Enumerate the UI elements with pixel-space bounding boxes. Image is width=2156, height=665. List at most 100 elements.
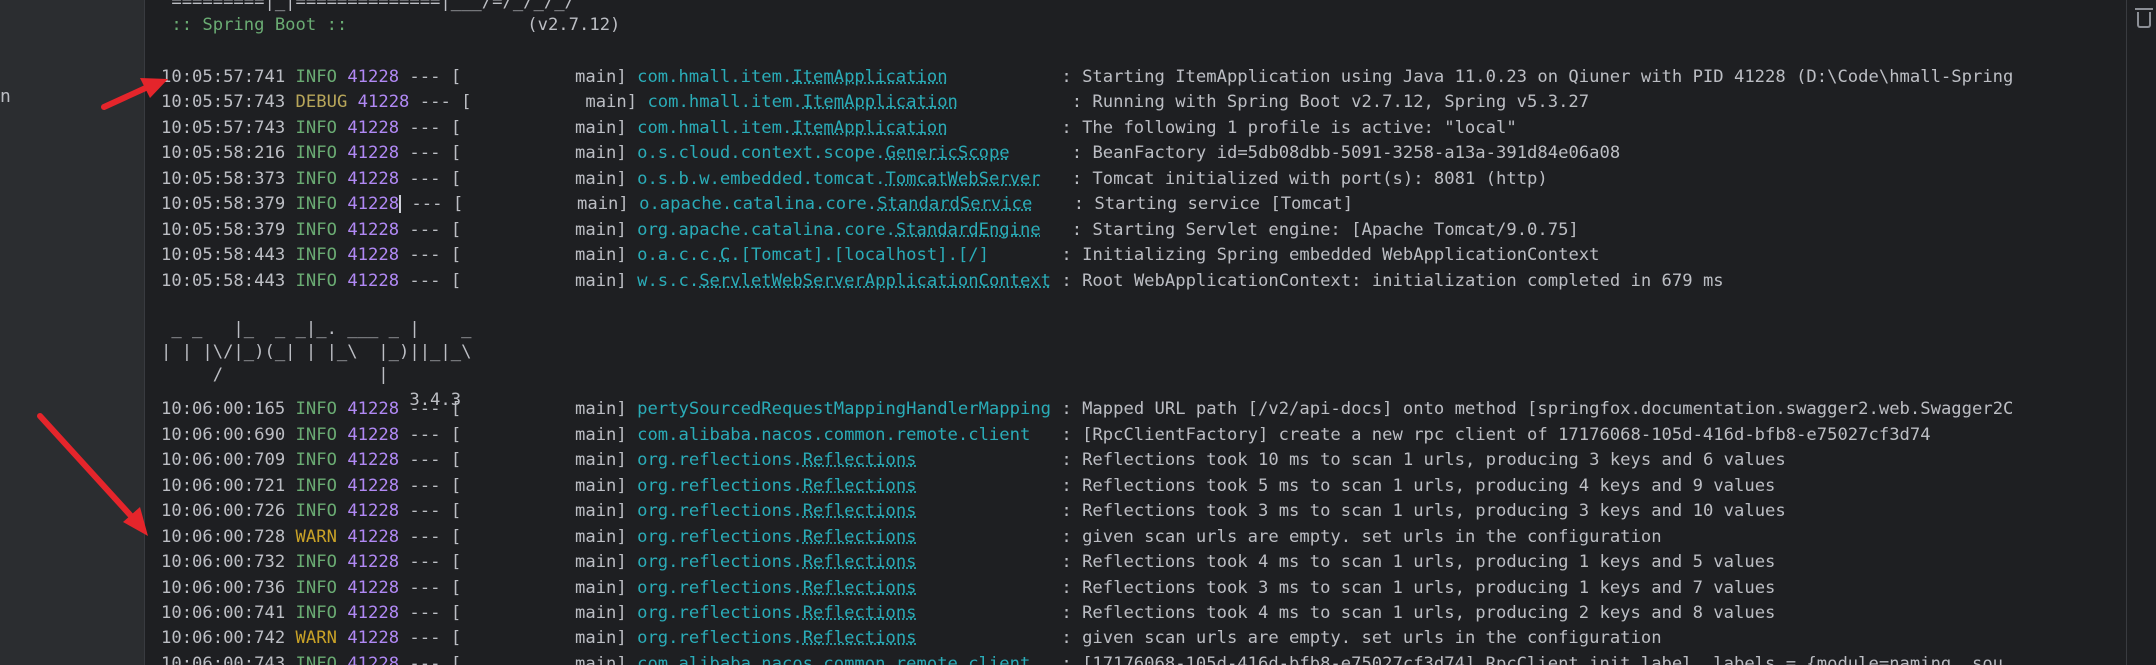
log-line: 10:05:58:216 INFO 41228 --- [ main] o.s.…	[161, 141, 1620, 167]
log-space	[337, 220, 347, 240]
log-pid: 41228	[347, 628, 400, 648]
log-space	[399, 425, 409, 445]
spring-boot-version-line: :: Spring Boot :: (v2.7.12)	[161, 13, 620, 39]
run-console-output[interactable]: =========|_|==============|___/=/_/_/_/ …	[144, 0, 2127, 665]
log-padding	[917, 476, 1062, 496]
log-separator: --- [	[409, 476, 462, 496]
log-timestamp: 10:05:58:443	[161, 271, 286, 291]
log-logger-class: Reflections	[802, 476, 917, 496]
log-padding	[917, 578, 1062, 598]
log-space	[627, 603, 637, 623]
log-thread: main]	[461, 67, 627, 87]
log-pid: 41228	[347, 143, 400, 163]
log-thread: main]	[461, 654, 627, 665]
log-space	[627, 67, 637, 87]
log-separator: --- [	[409, 578, 462, 598]
log-space	[285, 476, 295, 496]
log-pid: 41228	[347, 603, 400, 623]
log-timestamp: 10:05:57:743	[161, 118, 286, 138]
log-space	[399, 527, 409, 547]
log-space	[337, 67, 347, 87]
log-space	[337, 118, 347, 138]
log-space	[399, 271, 409, 291]
log-space	[337, 425, 347, 445]
log-logger-class: Reflections	[802, 527, 917, 547]
log-space	[337, 603, 347, 623]
log-message: : Reflections took 3 ms to scan 1 urls, …	[1061, 578, 1776, 598]
log-logger-class: Reflections	[802, 552, 917, 572]
log-line: 10:06:00:728 WARN 41228 --- [ main] org.…	[161, 525, 1662, 551]
log-pid: 41228	[347, 67, 400, 87]
log-space	[285, 552, 295, 572]
log-message: : Running with Spring Boot v2.7.12, Spri…	[1071, 92, 1590, 112]
log-separator: --- [	[409, 654, 462, 665]
mybatis-plus-banner-2: | | |\/|_)(_| | |_\ |_)||_|_\	[161, 342, 472, 362]
log-line: 10:06:00:721 INFO 41228 --- [ main] org.…	[161, 474, 1775, 500]
log-logger-class: TomcatWebServer	[885, 169, 1041, 189]
log-logger-package: pertySourcedRequestMappingHandlerMapping	[637, 399, 1052, 419]
log-separator: --- [	[409, 169, 462, 189]
log-separator: --- [	[409, 552, 462, 572]
log-level: INFO	[295, 603, 337, 623]
log-padding	[917, 501, 1062, 521]
log-message: : Reflections took 5 ms to scan 1 urls, …	[1061, 476, 1776, 496]
log-logger-class: StandardEngine	[895, 220, 1041, 240]
log-space	[399, 399, 409, 419]
log-space	[285, 578, 295, 598]
log-logger-class: GenericScope	[885, 143, 1010, 163]
log-space	[285, 527, 295, 547]
log-space	[627, 271, 637, 291]
log-message: : [17176068-105d-416d-bfb8-e75027cf3d74]…	[1061, 654, 2004, 665]
log-space	[285, 194, 295, 214]
log-pid: 41228	[347, 425, 400, 445]
log-thread: main]	[461, 271, 627, 291]
log-space	[285, 654, 295, 665]
log-level: INFO	[295, 245, 337, 265]
trash-icon[interactable]	[2135, 8, 2153, 28]
log-space	[399, 628, 409, 648]
spring-boot-label: :: Spring Boot ::	[161, 15, 348, 35]
log-line: 10:06:00:690 INFO 41228 --- [ main] com.…	[161, 423, 1931, 449]
log-timestamp: 10:06:00:743	[161, 654, 286, 665]
log-timestamp: 10:05:58:373	[161, 169, 286, 189]
log-padding	[1041, 169, 1072, 189]
log-space	[637, 92, 647, 112]
log-separator: --- [	[409, 220, 462, 240]
log-logger-package: o.apache.catalina.core.	[639, 194, 878, 214]
log-space	[627, 476, 637, 496]
log-space	[627, 169, 637, 189]
log-space	[629, 194, 639, 214]
log-line: 10:05:57:741 INFO 41228 --- [ main] com.…	[161, 65, 2013, 91]
log-space	[399, 450, 409, 470]
log-line: 10:05:58:379 INFO 41228 --- [ main] org.…	[161, 218, 1579, 244]
log-line: 10:05:57:743 INFO 41228 --- [ main] com.…	[161, 116, 1517, 142]
log-timestamp: 10:06:00:721	[161, 476, 286, 496]
log-space	[285, 67, 295, 87]
log-pid: 41228	[347, 220, 400, 240]
log-padding	[948, 118, 1062, 138]
log-logger-package: com.alibaba.nacos.common.remote.client	[637, 654, 1031, 665]
log-space	[337, 271, 347, 291]
log-space	[285, 450, 295, 470]
log-space	[627, 399, 637, 419]
log-logger-package: org.reflections.	[637, 527, 803, 547]
log-message: : given scan urls are empty. set urls in…	[1061, 527, 1662, 547]
log-pid: 41228	[347, 476, 400, 496]
sidebar-text-fragment: n	[0, 86, 11, 107]
log-padding	[1041, 220, 1072, 240]
log-level: INFO	[295, 143, 337, 163]
log-pid: 41228	[347, 194, 400, 214]
log-logger-package: com.hmall.item.	[637, 67, 793, 87]
log-logger-package: o.s.cloud.context.scope.	[637, 143, 886, 163]
log-thread: main]	[461, 476, 627, 496]
log-pid: 41228	[347, 450, 400, 470]
log-message: : BeanFactory id=5db08dbb-5091-3258-a13a…	[1071, 143, 1621, 163]
log-pid: 41228	[347, 654, 400, 665]
log-padding	[917, 552, 1062, 572]
log-logger-package: com.hmall.item.	[637, 118, 793, 138]
log-logger-class: Reflections	[802, 501, 917, 521]
log-space	[627, 425, 637, 445]
log-space	[399, 220, 409, 240]
log-line: 10:06:00:736 INFO 41228 --- [ main] org.…	[161, 576, 1775, 602]
log-line: 10:05:58:443 INFO 41228 --- [ main] w.s.…	[161, 269, 1724, 295]
